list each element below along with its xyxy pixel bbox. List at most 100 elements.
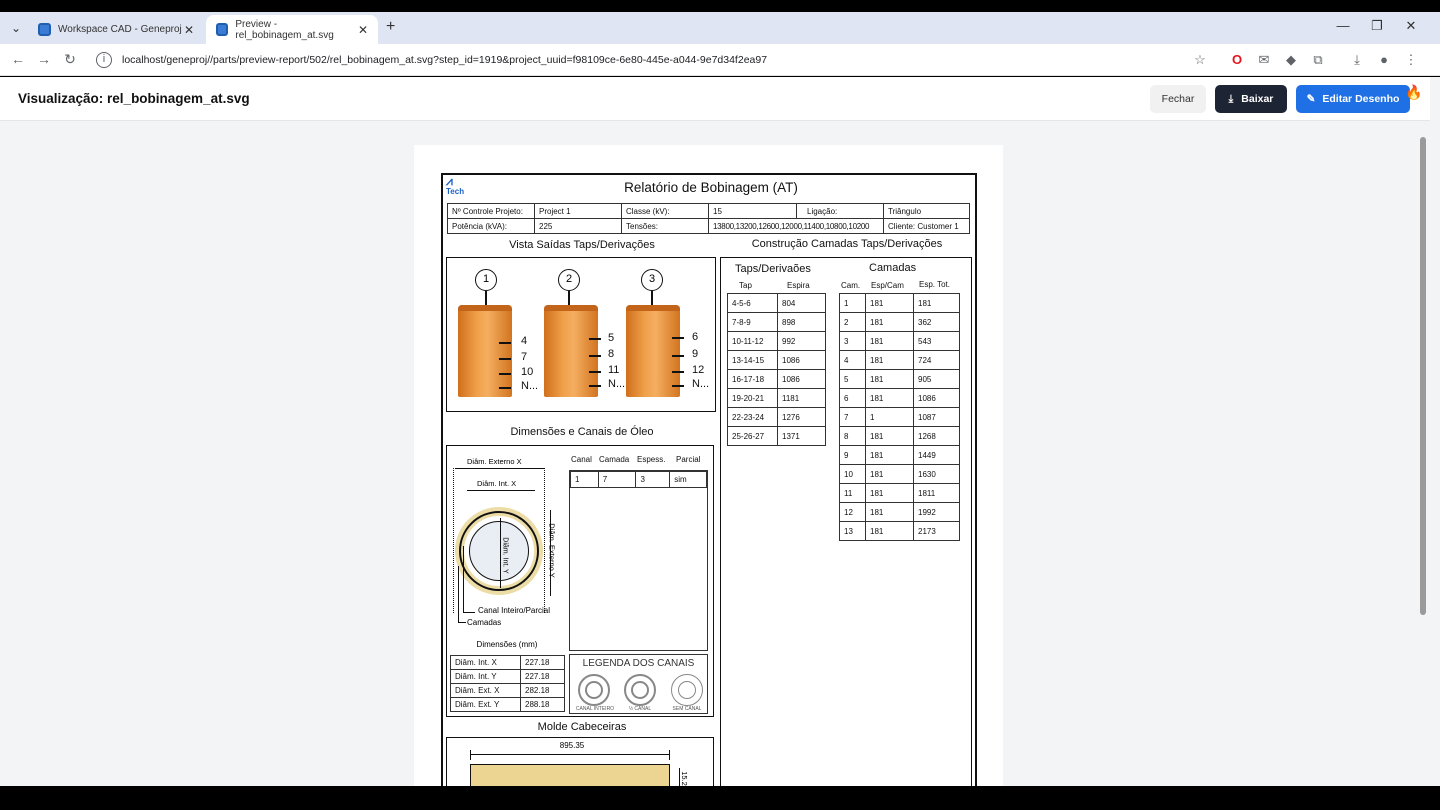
layers-row: 10 181 1630 bbox=[839, 464, 960, 484]
layers-table-title: Camadas bbox=[869, 262, 917, 274]
tap-label: 4 bbox=[521, 335, 528, 347]
close-icon[interactable]: ✕ bbox=[358, 23, 368, 37]
layers-construction-title: Construção Camadas Taps/Derivações bbox=[751, 238, 943, 250]
tab-search-icon[interactable]: ⌄ bbox=[6, 18, 26, 38]
dims-row-cell: 288.18 bbox=[520, 697, 565, 712]
layers-row-cell: 2 bbox=[839, 312, 866, 332]
profile-avatar-icon[interactable]: ● bbox=[1375, 52, 1393, 67]
legend-item: SEM CANAL bbox=[672, 706, 702, 712]
layers-row: 8 181 1268 bbox=[839, 426, 960, 446]
layers-row-cell: 181 bbox=[865, 445, 914, 465]
int-y-label: Diâm. Int. Y bbox=[501, 537, 509, 574]
taps-row-cell: 13-14-15 bbox=[727, 350, 778, 370]
dims-row-cell: Diâm. Int. X bbox=[450, 655, 521, 670]
minimize-icon[interactable]: — bbox=[1328, 18, 1358, 33]
taps-table: 4-5-6 804 7-8-9 898 10-11-12 992 13-14-15 1086 1… bbox=[727, 293, 826, 446]
layers-row-cell: 11 bbox=[839, 483, 866, 503]
legend-item: CANAL INTEIRO bbox=[575, 706, 615, 712]
bookmark-star-icon[interactable]: ☆ bbox=[1191, 52, 1209, 68]
column-header: Cam. bbox=[841, 281, 861, 290]
download-button[interactable]: ⤓ Baixar bbox=[1215, 85, 1287, 113]
scroll-thumb[interactable] bbox=[1420, 137, 1426, 615]
legend-item: ½ CANAL bbox=[628, 706, 652, 712]
forward-icon[interactable]: → bbox=[34, 51, 54, 67]
edit-drawing-button[interactable]: ✎ Editar Desenho bbox=[1296, 85, 1410, 113]
info-cell: Potência (kVA): bbox=[447, 218, 535, 234]
close-icon[interactable]: ✕ bbox=[184, 23, 194, 37]
layers-row-cell: 181 bbox=[865, 464, 914, 484]
taps-row-cell: 7-8-9 bbox=[727, 312, 778, 332]
layers-row: 1 181 181 bbox=[839, 293, 960, 313]
layers-row-cell: 1087 bbox=[913, 407, 960, 427]
layers-row-cell: 1811 bbox=[913, 483, 960, 503]
oil-channels-box: Diâm. Externo X Diâm. Int. X Diâm. Int. … bbox=[446, 445, 714, 717]
dims-table: Diâm. Int. X 227.18 Diâm. Int. Y 227.18 Diâm… bbox=[450, 655, 565, 712]
layers-row: 9 181 1449 bbox=[839, 445, 960, 465]
layers-row: 2 181 362 bbox=[839, 312, 960, 332]
dims-row: Diâm. Ext. Y 288.18 bbox=[450, 697, 565, 712]
restore-icon[interactable]: ❐ bbox=[1362, 18, 1392, 34]
mold-shape bbox=[470, 764, 670, 786]
tap-label: 11 bbox=[608, 364, 620, 376]
window-close-icon[interactable]: ✕ bbox=[1396, 18, 1426, 34]
layers-row-cell: 1 bbox=[865, 407, 914, 427]
layers-row-cell: 5 bbox=[839, 369, 866, 389]
info-cell: Cliente: Customer 1 bbox=[883, 218, 970, 234]
back-icon[interactable]: ← bbox=[8, 51, 28, 67]
tap-label: N... bbox=[521, 380, 539, 392]
report-title: Relatório de Bobinagem (AT) bbox=[624, 180, 798, 195]
taps-row: 7-8-9 898 bbox=[727, 312, 826, 332]
layers-row-cell: 9 bbox=[839, 445, 866, 465]
tab-preview[interactable]: Preview - rel_bobinagem_at.svg ✕ bbox=[206, 15, 378, 44]
opera-icon[interactable]: O bbox=[1228, 52, 1246, 67]
app-favicon-icon bbox=[38, 23, 51, 36]
oil-channels-title: Dimensões e Canais de Óleo bbox=[510, 426, 654, 438]
reload-icon[interactable]: ↻ bbox=[60, 51, 80, 68]
info-cell: Ligação: bbox=[796, 203, 884, 219]
menu-dots-icon[interactable]: ⋮ bbox=[1402, 52, 1420, 68]
channel-label: Canal Inteiro/Parcial bbox=[478, 606, 551, 615]
close-button[interactable]: Fechar bbox=[1150, 85, 1206, 113]
taskbar bbox=[0, 786, 1440, 810]
legend-title: LEGENDA DOS CANAIS bbox=[582, 658, 695, 669]
coil-number: 3 bbox=[641, 269, 663, 291]
download-icon[interactable]: ⤓ bbox=[1348, 52, 1366, 68]
app-viewport: Visualização: rel_bobinagem_at.svg Fecha… bbox=[0, 77, 1440, 786]
layers-row-cell: 181 bbox=[913, 293, 960, 313]
taps-row-cell: 1181 bbox=[777, 388, 826, 408]
new-tab-icon[interactable]: + bbox=[386, 18, 395, 36]
tab-label: Preview - rel_bobinagem_at.svg bbox=[235, 18, 334, 41]
channel-cell: 1 bbox=[570, 471, 599, 488]
taps-row: 4-5-6 804 bbox=[727, 293, 826, 313]
top-black-bar bbox=[0, 0, 1440, 12]
extensions-icon[interactable]: ⧉ bbox=[1309, 52, 1327, 68]
column-header: Parcial bbox=[676, 455, 701, 464]
coil-number: 2 bbox=[558, 269, 580, 291]
mold-width-label: 895.35 bbox=[559, 741, 585, 750]
info-cell: Nº Controle Projeto: bbox=[447, 203, 535, 219]
layers-row-cell: 1449 bbox=[913, 445, 960, 465]
url-field[interactable]: i localhost/geneproj//parts/preview-repo… bbox=[90, 48, 1218, 72]
page-title: Visualização: rel_bobinagem_at.svg bbox=[18, 91, 250, 106]
taps-row-cell: 4-5-6 bbox=[727, 293, 778, 313]
page-scrollbar[interactable] bbox=[1418, 121, 1430, 786]
taps-row: 22-23-24 1276 bbox=[727, 407, 826, 427]
layers-row: 11 181 1811 bbox=[839, 483, 960, 503]
layers-row-cell: 2173 bbox=[913, 521, 960, 541]
site-info-icon[interactable]: i bbox=[96, 52, 112, 68]
taps-view-box: 1 4 7 10 N... 2 5 8 11 N... 3 6 9 12 N..… bbox=[446, 257, 716, 412]
svg-preview-paper: ⩘ Tech Relatório de Bobinagem (AT) Nº Con… bbox=[414, 145, 1003, 786]
info-cell: 225 bbox=[534, 218, 622, 234]
tap-label: 9 bbox=[692, 348, 699, 360]
dims-row-cell: 227.18 bbox=[520, 655, 565, 670]
layers-row-cell: 13 bbox=[839, 521, 866, 541]
edit-label: Editar Desenho bbox=[1322, 93, 1400, 105]
channel-cell: 7 bbox=[597, 471, 637, 488]
taps-row-cell: 804 bbox=[777, 293, 826, 313]
mail-icon[interactable]: ✉ bbox=[1255, 52, 1273, 68]
shield-icon[interactable]: ◆ bbox=[1282, 52, 1300, 68]
dims-row: Diâm. Ext. X 282.18 bbox=[450, 683, 565, 698]
taps-row-cell: 1086 bbox=[777, 369, 826, 389]
app-favicon-icon bbox=[216, 23, 229, 36]
tab-workspace[interactable]: Workspace CAD - Geneproj ✕ bbox=[28, 15, 204, 44]
